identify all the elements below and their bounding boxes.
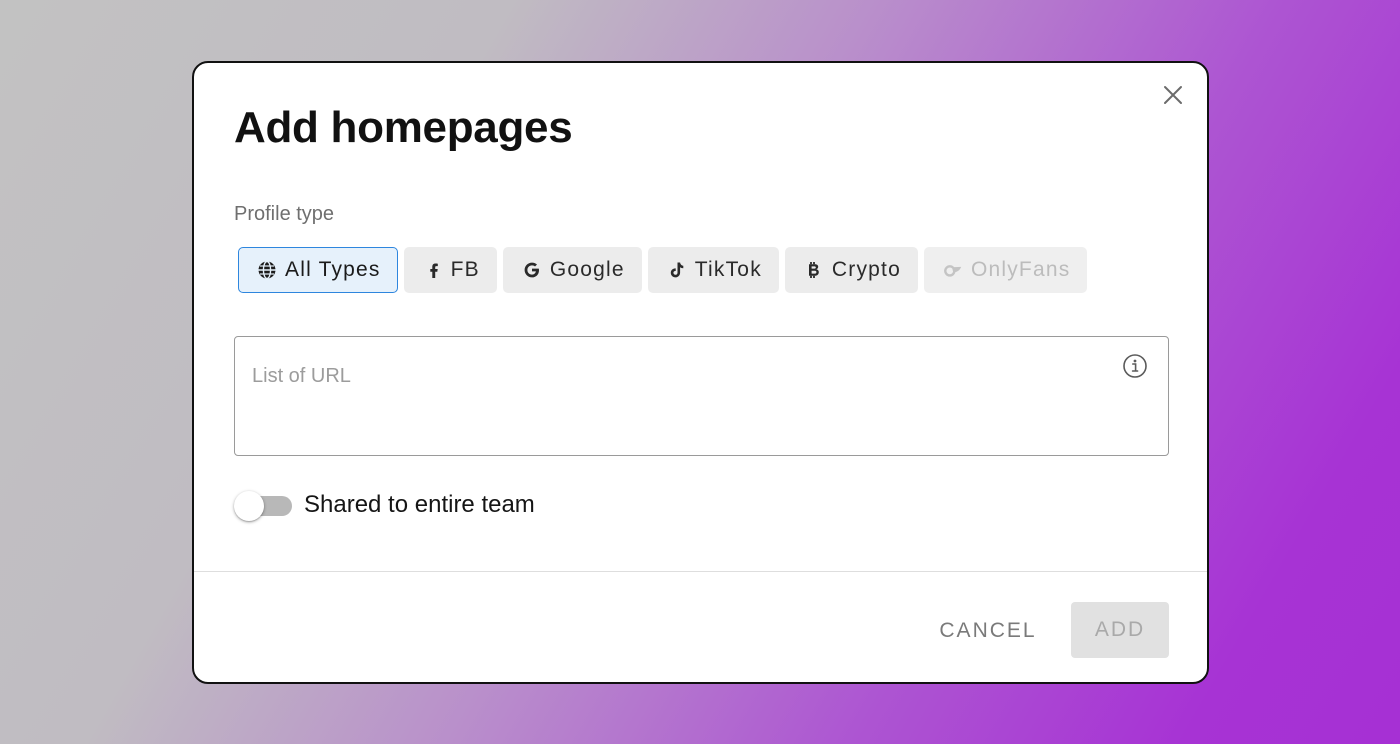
switch-thumb [234, 491, 264, 521]
shared-toggle-switch[interactable] [234, 489, 292, 521]
chip-label: FB [450, 258, 480, 281]
tiktok-icon [667, 260, 687, 280]
info-icon[interactable] [1122, 353, 1148, 379]
add-button[interactable]: ADD [1071, 602, 1169, 658]
chip-tiktok[interactable]: TikTok [647, 247, 779, 293]
chip-label: TikTok [694, 258, 762, 281]
google-icon [522, 260, 542, 280]
cancel-button[interactable]: CANCEL [928, 604, 1048, 658]
footer-divider [194, 571, 1207, 572]
profile-type-label: Profile type [234, 203, 335, 225]
chip-label: OnlyFans [970, 258, 1071, 281]
chip-label: Google [549, 258, 625, 281]
profile-type-chips: All Types FB Google TikTok Crypto OnlyFa… [238, 247, 1088, 293]
close-icon [1164, 86, 1182, 104]
chip-google[interactable]: Google [502, 247, 642, 293]
onlyfans-icon [943, 260, 963, 280]
chip-label: All Types [285, 258, 381, 281]
facebook-icon [423, 260, 443, 280]
shared-toggle-row: Shared to entire team [234, 489, 535, 521]
chip-fb[interactable]: FB [403, 247, 497, 293]
add-homepages-dialog: Add homepages Profile type All Types FB … [192, 61, 1209, 684]
globe-icon [257, 260, 277, 280]
bitcoin-icon [804, 260, 824, 280]
shared-toggle-label: Shared to entire team [304, 491, 535, 518]
dialog-title: Add homepages [234, 103, 573, 152]
url-list-field [234, 336, 1169, 456]
chip-label: Crypto [831, 258, 901, 281]
chip-all-types[interactable]: All Types [238, 247, 398, 293]
chip-onlyfans: OnlyFans [923, 247, 1088, 293]
url-list-input[interactable] [252, 365, 1092, 445]
close-button[interactable] [1161, 83, 1185, 107]
chip-crypto[interactable]: Crypto [784, 247, 918, 293]
